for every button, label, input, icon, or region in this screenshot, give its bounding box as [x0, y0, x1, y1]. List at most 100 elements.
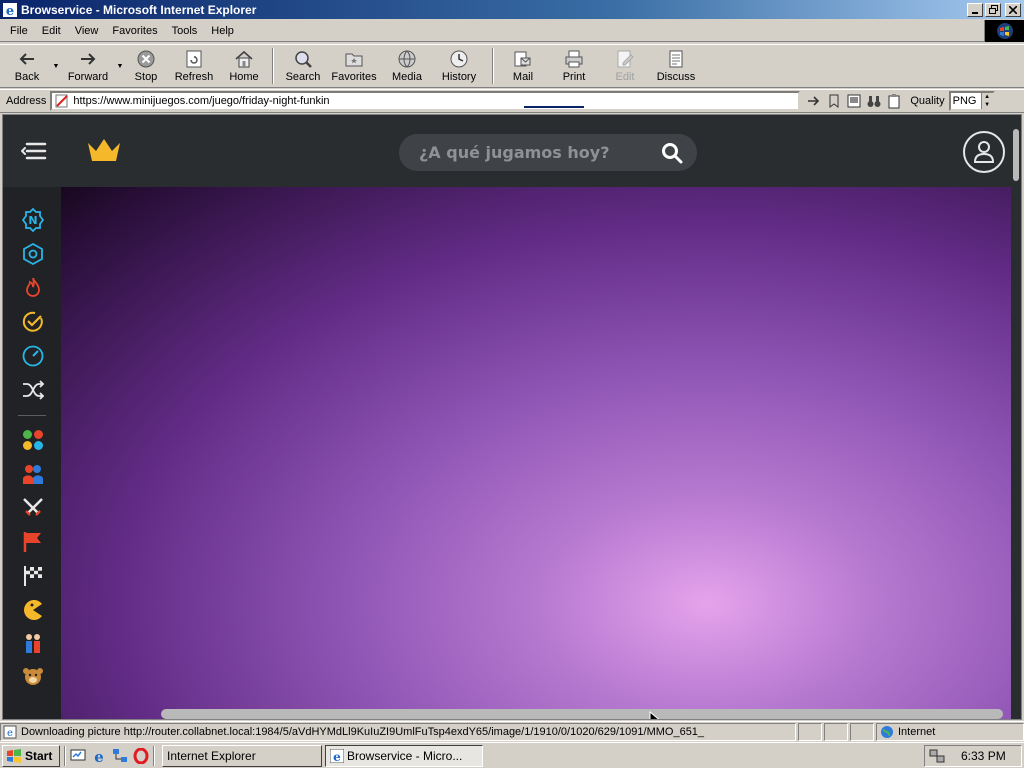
- forward-arrow-icon: [81, 53, 96, 65]
- game-canvas[interactable]: [61, 187, 1011, 719]
- sidebar-item-new[interactable]: N: [20, 207, 46, 233]
- network-icon[interactable]: [112, 748, 128, 764]
- start-button[interactable]: Start: [2, 744, 60, 767]
- back-button[interactable]: Back: [4, 45, 50, 87]
- sidebar-item-random[interactable]: [20, 377, 46, 403]
- sidebar-item-played[interactable]: [20, 309, 46, 335]
- sidebar-item-action[interactable]: [20, 495, 46, 521]
- refresh-button[interactable]: Refresh: [166, 45, 222, 87]
- sidebar-item-kids[interactable]: [20, 631, 46, 657]
- find-binoculars-icon[interactable]: [866, 93, 882, 109]
- site-search-bar[interactable]: ¿A qué jugamos hoy?: [399, 134, 697, 171]
- status-cell: [824, 722, 848, 741]
- forward-button[interactable]: Forward: [62, 45, 114, 87]
- site-header: ¿A qué jugamos hoy?: [3, 115, 1013, 187]
- url-input[interactable]: [73, 95, 774, 107]
- horizontal-scroll-thumb[interactable]: [161, 709, 1003, 719]
- back-dropdown[interactable]: ▼: [50, 45, 62, 87]
- page-view-icon[interactable]: [846, 93, 862, 109]
- search-icon[interactable]: [661, 142, 683, 164]
- close-button[interactable]: [1005, 2, 1021, 17]
- spin-down-icon[interactable]: ▼: [984, 102, 990, 108]
- discuss-label: Discuss: [656, 71, 696, 83]
- stop-label: Stop: [134, 71, 158, 83]
- mail-label: Mail: [512, 71, 534, 83]
- two-players-icon: [23, 465, 43, 484]
- windows-logo-icon: [996, 23, 1013, 39]
- sidebar-item-girls[interactable]: [20, 665, 46, 691]
- go-arrow-icon[interactable]: [806, 93, 822, 109]
- crown-logo-icon[interactable]: [85, 137, 123, 165]
- toolbar-separator: [272, 48, 274, 84]
- status-cell: [850, 722, 874, 741]
- vertical-scroll-thumb[interactable]: [1013, 129, 1019, 181]
- opera-icon[interactable]: [133, 747, 149, 764]
- forward-label: Forward: [67, 71, 109, 83]
- sidebar-item-two-players[interactable]: [20, 461, 46, 487]
- menu-view[interactable]: View: [68, 25, 106, 37]
- security-zone[interactable]: Internet: [876, 722, 1024, 741]
- network-connection-icon[interactable]: [929, 749, 945, 763]
- clock[interactable]: 6:33 PM: [961, 749, 1006, 763]
- sidebar-item-strategy[interactable]: [20, 529, 46, 555]
- history-button[interactable]: History: [432, 45, 486, 87]
- back-arrow-icon: [19, 53, 34, 65]
- printer-icon: [565, 50, 583, 68]
- address-field[interactable]: [50, 91, 801, 111]
- menu-help[interactable]: Help: [204, 25, 241, 37]
- discuss-button[interactable]: Discuss: [648, 45, 704, 87]
- sidebar-item-arcade[interactable]: [20, 597, 46, 623]
- quick-launch: e: [70, 747, 149, 764]
- quality-spinner[interactable]: ▲ ▼: [980, 93, 993, 109]
- window-title: Browservice - Microsoft Internet Explore…: [21, 2, 257, 17]
- quality-value: PNG: [952, 95, 977, 107]
- task-label: Browservice - Micro...: [347, 748, 463, 763]
- media-button[interactable]: Media: [382, 45, 432, 87]
- favorites-folder-icon: [345, 53, 363, 67]
- forward-dropdown[interactable]: ▼: [114, 45, 126, 87]
- clipboard-icon[interactable]: [886, 93, 902, 109]
- sidebar-item-racing[interactable]: [20, 563, 46, 589]
- internet-globe-icon: [881, 725, 893, 738]
- task-internet-explorer[interactable]: Internet Explorer: [162, 744, 322, 767]
- address-tool-icons: [806, 93, 902, 109]
- stop-button[interactable]: Stop: [126, 45, 166, 87]
- standard-toolbar: Back ▼ Forward ▼ Stop Refresh Home Searc…: [0, 44, 1024, 88]
- horizontal-scrollbar[interactable]: [3, 707, 1013, 719]
- taskbar-separator: [153, 745, 155, 766]
- minimize-icon: [972, 11, 978, 14]
- restore-button[interactable]: [985, 2, 1001, 17]
- minimize-button[interactable]: [967, 2, 983, 17]
- menu-favorites[interactable]: Favorites: [105, 25, 164, 37]
- task-browservice[interactable]: e Browservice - Micro...: [325, 744, 483, 767]
- search-button[interactable]: Search: [280, 45, 326, 87]
- edit-label: Edit: [615, 71, 635, 83]
- vertical-scrollbar[interactable]: [1011, 115, 1021, 719]
- favorites-button[interactable]: Favorites: [326, 45, 382, 87]
- home-button[interactable]: Home: [222, 45, 266, 87]
- address-label: Address: [6, 95, 47, 107]
- svg-text:e: e: [333, 750, 341, 763]
- address-bar: Address Quality PNG ▲ ▼: [0, 89, 1024, 113]
- sidebar-item-speed[interactable]: [20, 343, 46, 369]
- internet-explorer-icon[interactable]: e: [91, 748, 107, 764]
- show-desktop-icon[interactable]: [70, 748, 86, 764]
- account-button[interactable]: [963, 131, 1005, 173]
- edit-button[interactable]: Edit: [602, 45, 648, 87]
- flag-icon: [23, 532, 41, 552]
- menu-edit[interactable]: Edit: [35, 25, 68, 37]
- back-label: Back: [14, 71, 40, 83]
- menu-tools[interactable]: Tools: [165, 25, 205, 37]
- hamburger-menu-icon[interactable]: [21, 139, 47, 163]
- spin-up-icon[interactable]: ▲: [984, 94, 990, 100]
- sidebar-item-all-categories[interactable]: [20, 427, 46, 453]
- quality-select[interactable]: PNG ▲ ▼: [948, 91, 995, 111]
- sidebar-item-hexagon[interactable]: [20, 241, 46, 267]
- mail-button[interactable]: Mail: [500, 45, 546, 87]
- refresh-label: Refresh: [174, 71, 214, 83]
- sidebar-item-popular[interactable]: [20, 275, 46, 301]
- edit-page-icon: [617, 50, 634, 68]
- bookmark-icon[interactable]: [826, 93, 842, 109]
- menu-file[interactable]: File: [0, 25, 35, 37]
- print-button[interactable]: Print: [546, 45, 602, 87]
